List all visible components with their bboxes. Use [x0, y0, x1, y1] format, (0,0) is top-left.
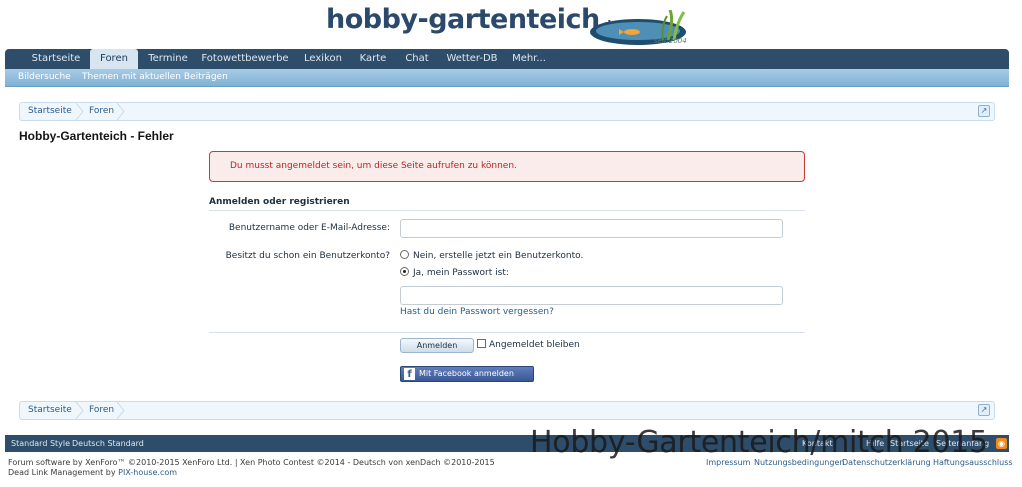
forgot-password-link[interactable]: Hast du dein Passwort vergessen?: [400, 307, 554, 317]
login-button[interactable]: Anmelden: [400, 338, 474, 353]
subnav-bildersuche[interactable]: Bildersuche: [18, 69, 71, 87]
form-divider: [209, 332, 805, 333]
radio-new-account-button[interactable]: [400, 250, 409, 259]
radio-new-account-label: Nein, erstelle jetzt ein Benutzerkonto.: [413, 251, 584, 261]
footer-deadlink-text: Dead Link Management by PIX-house.com: [8, 468, 178, 477]
breadcrumb-item-foren[interactable]: Foren: [89, 103, 114, 120]
footer-software-text: Forum software by XenForo™ ©2010-2015 Xe…: [8, 458, 495, 467]
tab-startseite[interactable]: Startseite: [25, 49, 87, 69]
subnav-aktuelle-themen[interactable]: Themen mit aktuellen Beiträgen: [82, 69, 228, 87]
radio-new-account[interactable]: Nein, erstelle jetzt ein Benutzerkonto.: [400, 250, 583, 262]
tab-mehr[interactable]: Mehr...: [509, 49, 549, 69]
breadcrumb-separator-icon: [116, 103, 125, 120]
logo-tagline: seit 2004: [654, 37, 687, 45]
logo-text: hobby-gartenteich.de: [326, 4, 618, 35]
breadcrumb-separator-icon: [116, 402, 125, 419]
sub-navigation: Bildersuche Themen mit aktuellen Beiträg…: [5, 69, 1009, 87]
radio-existing-account-label: Ja, mein Passwort ist:: [413, 268, 509, 278]
radio-existing-account[interactable]: Ja, mein Passwort ist:: [400, 267, 509, 279]
facebook-login-button[interactable]: f Mit Facebook anmelden: [400, 366, 534, 382]
page-title: Hobby-Gartenteich - Fehler: [19, 129, 174, 143]
rss-icon[interactable]: ◉: [996, 438, 1007, 449]
breadcrumb-top: Startseite Foren ↗: [19, 102, 995, 121]
footer-pixhouse-link[interactable]: PIX-house.com: [118, 468, 177, 477]
remember-me[interactable]: Angemeldet bleiben: [477, 339, 580, 351]
username-label: Benutzername oder E-Mail-Adresse:: [228, 223, 390, 233]
breadcrumb-separator-icon: [75, 402, 84, 419]
footer-style-chooser[interactable]: Standard Style: [11, 435, 70, 452]
error-message: Du musst angemeldet sein, um diese Seite…: [209, 151, 805, 182]
facebook-icon: f: [404, 368, 415, 380]
site-logo[interactable]: hobby-gartenteich.de seit 2004: [326, 0, 691, 48]
jump-to-top-icon[interactable]: ↗: [978, 105, 990, 117]
main-navigation: Startseite Foren Termine Fotowettbewerbe…: [5, 49, 1009, 70]
tab-karte[interactable]: Karte: [355, 49, 391, 69]
tab-termine[interactable]: Termine: [143, 49, 193, 69]
tab-lexikon[interactable]: Lexikon: [297, 49, 349, 69]
breadcrumb-item-startseite[interactable]: Startseite: [28, 402, 72, 419]
remember-me-checkbox[interactable]: [477, 339, 486, 348]
jump-to-top-icon[interactable]: ↗: [978, 404, 990, 416]
breadcrumb-bottom: Startseite Foren ↗: [19, 401, 995, 420]
tab-foren[interactable]: Foren: [90, 49, 138, 70]
image-watermark: Hobby-Gartenteich/mitch 2015: [530, 425, 988, 460]
tab-fotowettbewerbe[interactable]: Fotowettbewerbe: [199, 49, 291, 69]
username-input[interactable]: [400, 219, 783, 238]
tab-chat[interactable]: Chat: [399, 49, 435, 69]
facebook-login-label: Mit Facebook anmelden: [419, 369, 514, 378]
tab-wetter-db[interactable]: Wetter-DB: [443, 49, 501, 69]
remember-me-label: Angemeldet bleiben: [489, 340, 580, 350]
breadcrumb-item-startseite[interactable]: Startseite: [28, 103, 72, 120]
radio-existing-account-button[interactable]: [400, 267, 409, 276]
breadcrumb-item-foren[interactable]: Foren: [89, 402, 114, 419]
login-section-heading: Anmelden oder registrieren: [209, 197, 805, 211]
breadcrumb-separator-icon: [75, 103, 84, 120]
footer-language-chooser[interactable]: Deutsch Standard: [72, 435, 144, 452]
account-question-label: Besitzt du schon ein Benutzerkonto?: [225, 251, 390, 261]
password-input[interactable]: [400, 286, 783, 305]
